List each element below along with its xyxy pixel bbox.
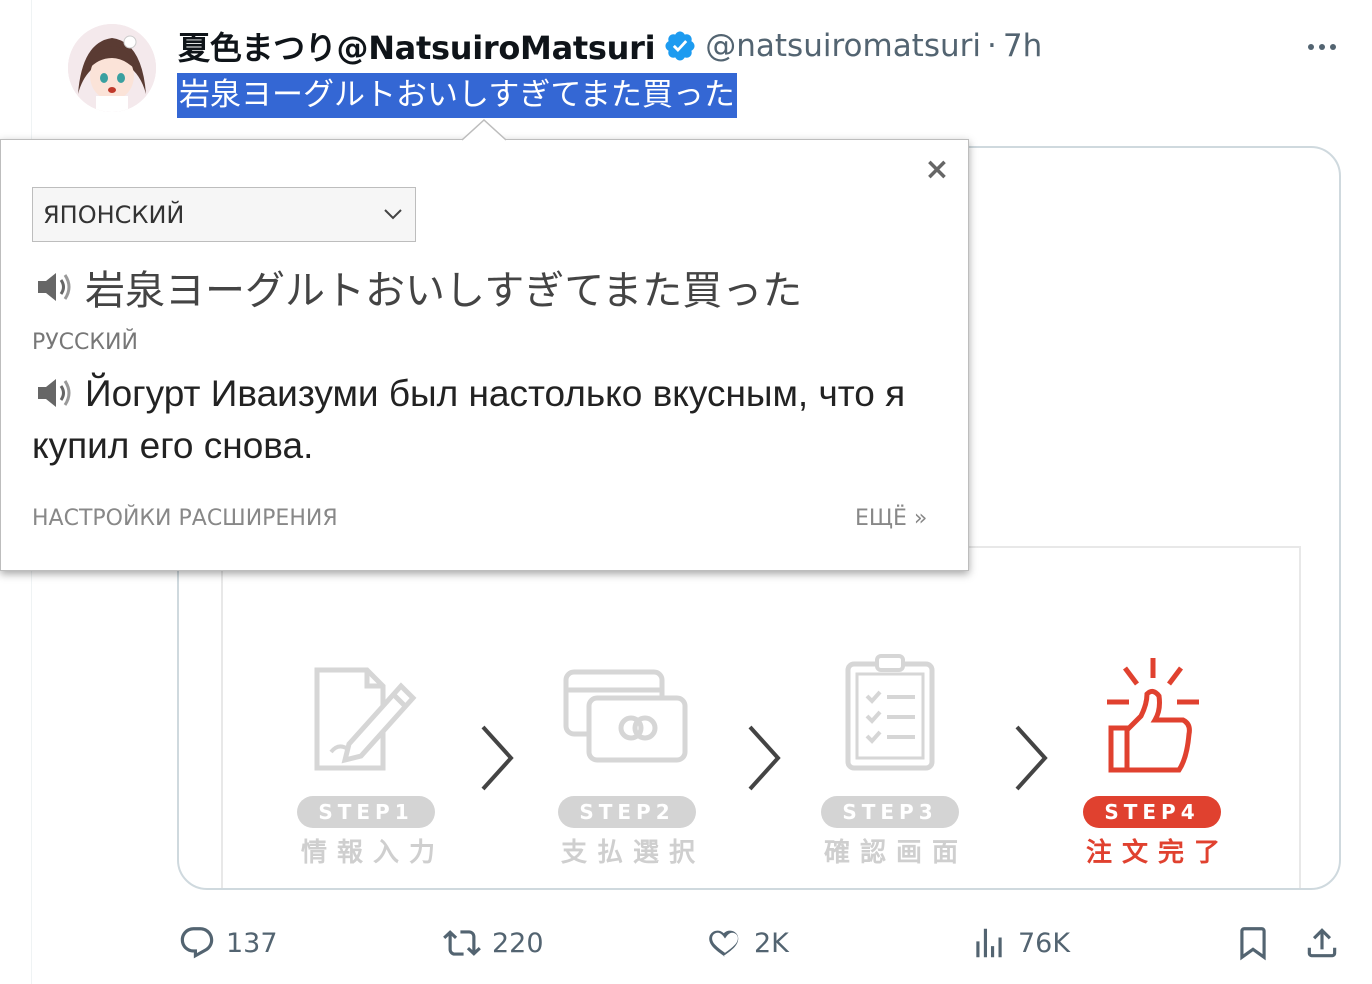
document-pencil-icon bbox=[314, 667, 417, 771]
display-name[interactable]: 夏色まつり@NatsuiroMatsuri bbox=[178, 23, 656, 69]
avatar[interactable] bbox=[68, 24, 156, 112]
more-dot-icon bbox=[1319, 44, 1325, 50]
step-4-caption: 注文完了 bbox=[1086, 838, 1231, 868]
bar-chart-icon bbox=[976, 928, 1002, 958]
arrow-right-icon bbox=[481, 725, 514, 791]
source-text: 岩泉ヨーグルトおいしすぎてまた買った bbox=[85, 268, 803, 314]
extension-settings-link[interactable]: НАСТРОЙКИ РАСШИРЕНИЯ bbox=[32, 506, 338, 531]
views-button[interactable]: 76K bbox=[970, 918, 1070, 968]
reply-icon bbox=[180, 927, 214, 959]
like-count: 2K bbox=[754, 927, 789, 959]
clipboard-checklist-icon bbox=[845, 654, 935, 771]
step-1-caption: 情報入力 bbox=[301, 838, 446, 868]
step-3-caption: 確認画面 bbox=[824, 838, 969, 868]
user-handle[interactable]: @natsuiromatsuri bbox=[705, 28, 981, 64]
chevron-down-icon bbox=[384, 209, 402, 220]
like-button[interactable]: 2K bbox=[706, 918, 789, 968]
popup-pointer bbox=[462, 119, 506, 141]
arrow-right-icon bbox=[1015, 725, 1048, 791]
heart-icon bbox=[709, 930, 739, 957]
step-3-pill: STEP3 bbox=[821, 796, 959, 828]
tweet-text-selected[interactable]: 岩泉ヨーグルトおいしすぎてまた買った bbox=[177, 73, 737, 118]
more-link[interactable]: ЕЩЁ » bbox=[855, 506, 927, 531]
tweet-time[interactable]: 7h bbox=[1003, 28, 1042, 64]
share-button[interactable] bbox=[1303, 918, 1341, 968]
more-options-button[interactable] bbox=[1300, 30, 1344, 64]
verified-badge-icon[interactable] bbox=[663, 29, 697, 63]
more-dot-icon bbox=[1308, 44, 1314, 50]
retweet-count: 220 bbox=[492, 927, 544, 959]
view-count: 76K bbox=[1018, 927, 1071, 959]
target-language-label: РУССКИЙ bbox=[32, 330, 138, 355]
step-1-pill: STEP1 bbox=[297, 796, 435, 828]
speaker-icon-source[interactable] bbox=[36, 270, 74, 304]
avatar-illustration bbox=[68, 24, 156, 112]
separator-dot: · bbox=[987, 28, 997, 64]
bookmark-icon bbox=[1240, 927, 1266, 961]
source-language-select[interactable]: ЯПОНСКИЙ bbox=[32, 187, 416, 242]
tweet-header: 夏色まつり@NatsuiroMatsuri @natsuiromatsuri ·… bbox=[178, 24, 1042, 68]
reply-button[interactable]: 137 bbox=[178, 918, 278, 968]
step-4-pill: STEP4 bbox=[1083, 796, 1221, 828]
step-2-caption: 支払選択 bbox=[561, 838, 706, 868]
retweet-icon bbox=[443, 930, 481, 956]
thumbs-up-icon bbox=[1107, 658, 1199, 773]
bookmark-button[interactable] bbox=[1234, 918, 1272, 968]
source-language-value: ЯПОНСКИЙ bbox=[43, 200, 185, 229]
reply-count: 137 bbox=[226, 927, 278, 959]
share-icon bbox=[1307, 928, 1337, 958]
payment-cards-icon bbox=[563, 669, 688, 763]
close-popup-button[interactable]: × bbox=[922, 155, 952, 185]
more-dot-icon bbox=[1330, 44, 1336, 50]
translation-text: Йогурт Иваизуми был настолько вкусным, ч… bbox=[32, 373, 906, 466]
step-2-pill: STEP2 bbox=[558, 796, 696, 828]
retweet-button[interactable]: 220 bbox=[442, 918, 544, 968]
arrow-right-icon bbox=[748, 725, 781, 791]
